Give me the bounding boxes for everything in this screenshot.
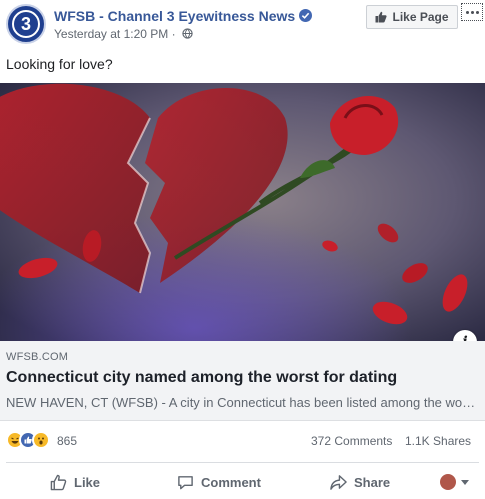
link-preview[interactable]: WFSB.COM Connecticut city named among th… bbox=[0, 341, 485, 421]
channel-3-logo: 3 bbox=[9, 7, 43, 41]
link-description: NEW HAVEN, CT (WFSB) - A city in Connect… bbox=[6, 395, 476, 410]
globe-icon[interactable] bbox=[182, 28, 193, 39]
like-page-label: Like Page bbox=[392, 10, 449, 24]
chevron-down-icon bbox=[461, 479, 469, 485]
hero-illustration bbox=[0, 83, 485, 341]
meta-separator: · bbox=[171, 27, 176, 41]
post-meta: Yesterday at 1:20 PM · bbox=[54, 27, 193, 41]
more-options-icon[interactable] bbox=[461, 3, 483, 21]
comments-count[interactable]: 372 Comments bbox=[311, 434, 392, 448]
link-domain: WFSB.COM bbox=[6, 351, 69, 363]
like-page-button[interactable]: Like Page bbox=[366, 5, 458, 29]
shares-count[interactable]: 1.1K Shares bbox=[405, 434, 471, 448]
share-button[interactable]: Share bbox=[330, 470, 390, 494]
thumbs-up-icon bbox=[375, 11, 388, 23]
page-name-link[interactable]: WFSB - Channel 3 Eyewitness News bbox=[54, 8, 313, 24]
reactions-count[interactable]: 865 bbox=[57, 434, 77, 448]
like-button[interactable]: Like bbox=[50, 470, 100, 494]
comment-button[interactable]: Comment bbox=[177, 470, 261, 494]
page-name[interactable]: WFSB - Channel 3 Eyewitness News bbox=[54, 8, 295, 24]
post-timestamp[interactable]: Yesterday at 1:20 PM bbox=[54, 27, 168, 41]
wow-reaction-icon bbox=[32, 431, 50, 449]
action-bar: Like Comment Share bbox=[0, 466, 485, 498]
like-label: Like bbox=[74, 474, 101, 490]
comment-label: Comment bbox=[201, 474, 261, 490]
post-image-rose-broken-heart[interactable] bbox=[0, 83, 485, 341]
verified-badge-icon bbox=[299, 9, 313, 22]
post-header: 3 WFSB - Channel 3 Eyewitness News Yeste… bbox=[0, 0, 485, 50]
reaction-profile-selector[interactable] bbox=[440, 470, 469, 494]
share-label: Share bbox=[354, 474, 391, 490]
page-avatar[interactable]: 3 bbox=[6, 4, 46, 44]
reactions-bar: 865 372 Comments 1.1K Shares bbox=[0, 425, 485, 455]
comment-bubble-icon bbox=[178, 475, 193, 489]
post-message: Looking for love? bbox=[6, 56, 113, 72]
share-arrow-icon bbox=[330, 474, 347, 490]
user-avatar bbox=[440, 474, 456, 490]
facebook-post: 3 WFSB - Channel 3 Eyewitness News Yeste… bbox=[0, 0, 485, 499]
divider bbox=[6, 462, 479, 463]
link-title[interactable]: Connecticut city named among the worst f… bbox=[6, 369, 397, 387]
avatar-number: 3 bbox=[21, 14, 31, 34]
thumbs-up-outline-icon bbox=[50, 474, 67, 490]
